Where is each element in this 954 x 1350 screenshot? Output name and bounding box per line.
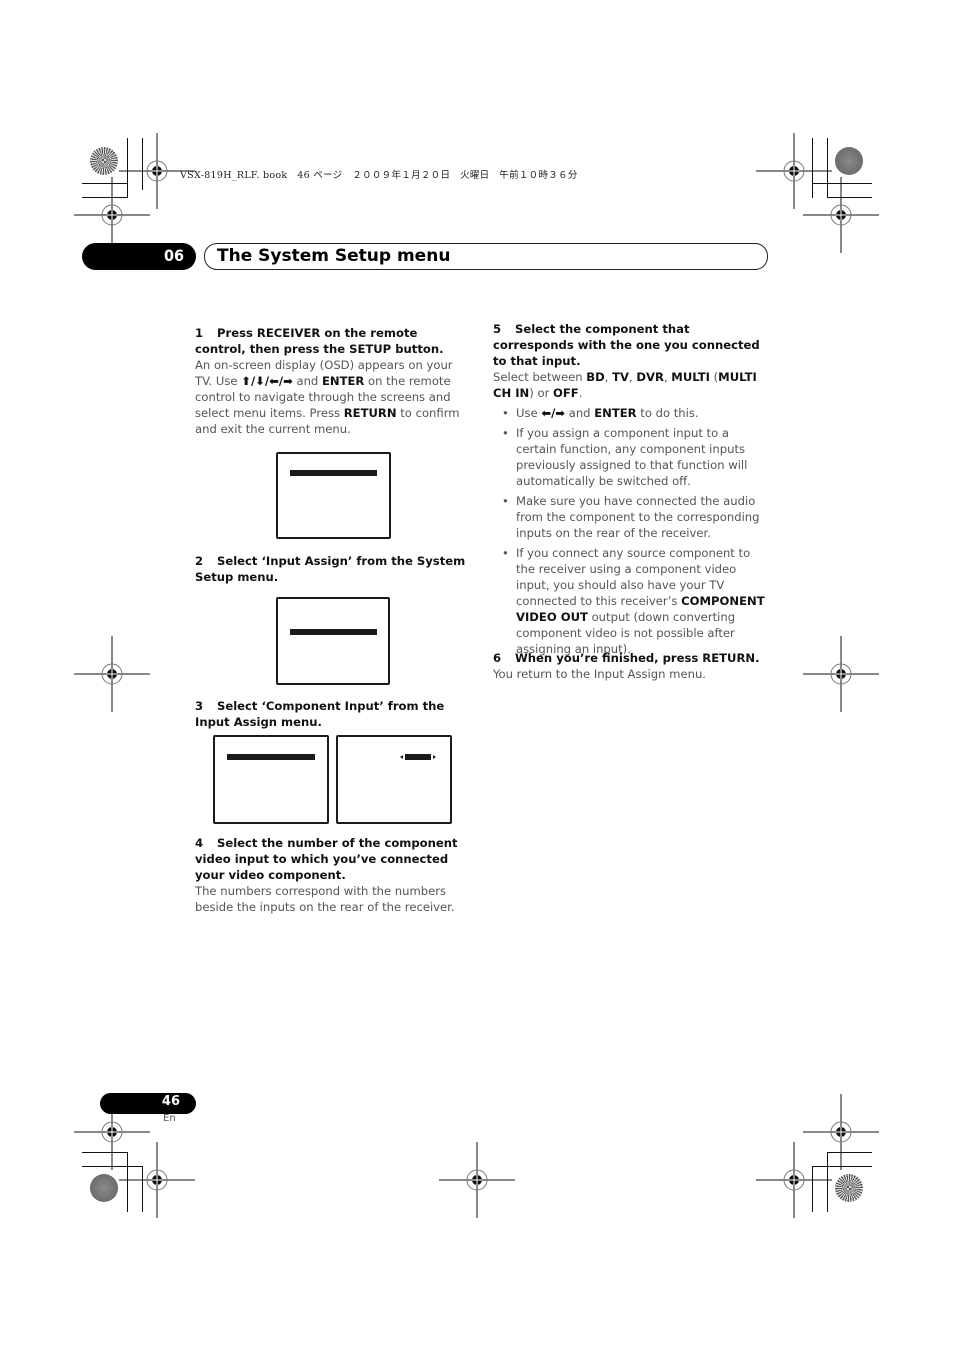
step-number: 3 xyxy=(195,699,204,713)
arrow-keys: ⬆/⬇/⬅/➡ xyxy=(241,374,293,388)
step-body: Select between BD, TV, DVR, MULTI (MULTI… xyxy=(493,370,757,400)
osd-screen-component-input xyxy=(336,735,452,824)
registration-mark-icon xyxy=(73,176,151,254)
step-title-text: Select ‘Input Assign’ from the System Se… xyxy=(195,554,466,584)
step-title: 4 Select the number of the component vide… xyxy=(195,835,470,883)
step-number: 5 xyxy=(493,322,502,336)
chapter-title-box: The System Setup menu xyxy=(204,243,768,270)
registration-mark-icon xyxy=(438,1141,516,1219)
step-6: 6 When you’re finished, press RETURN. You… xyxy=(493,650,768,682)
step-title: 1 Press RECEIVER on the remote control, t… xyxy=(195,325,470,357)
step-title: 2 Select ‘Input Assign’ from the System S… xyxy=(195,553,470,585)
registration-marks xyxy=(73,132,880,1219)
osd-screen-input-assign-menu xyxy=(213,735,329,824)
step-title-text: Select ‘Component Input’ from the Input … xyxy=(195,699,445,729)
highlight-bar xyxy=(290,629,377,635)
chapter-title: The System Setup menu xyxy=(217,246,451,266)
step-number: 6 xyxy=(493,651,502,665)
chapter-number-tab: 06 xyxy=(82,243,196,270)
step-body: The numbers correspond with the numbers … xyxy=(195,884,455,914)
print-header: VSX-819H_RLF. book 46 ページ ２００９年１月２０日 火曜日… xyxy=(180,170,578,181)
osd-screen-input-assign xyxy=(276,597,390,685)
step-title: 6 When you’re finished, press RETURN. xyxy=(493,650,768,666)
step-number: 2 xyxy=(195,554,204,568)
chapter-number: 06 xyxy=(163,246,184,265)
bullet-item: If you assign a component input to a cer… xyxy=(493,425,768,489)
registration-mark-icon xyxy=(755,1141,833,1219)
page-number: 46 xyxy=(161,1094,180,1109)
bullet-list: Use ⬅/➡ and ENTER to do this. If you ass… xyxy=(493,405,768,657)
step-3: 3 Select ‘Component Input’ from the Input… xyxy=(195,698,470,730)
step-4: 4 Select the number of the component vide… xyxy=(195,835,470,915)
registration-mark-icon xyxy=(802,176,880,254)
step-title: 3 Select ‘Component Input’ from the Input… xyxy=(195,698,470,730)
highlight-bar xyxy=(290,470,377,476)
step-number: 1 xyxy=(195,326,204,340)
step-5: 5 Select the component that corresponds w… xyxy=(493,321,768,661)
registration-mark-icon xyxy=(802,1093,880,1171)
step-body: You return to the Input Assign menu. xyxy=(493,667,706,681)
page-number-tab: 46 xyxy=(100,1093,196,1114)
bullet-item: Make sure you have connected the audio f… xyxy=(493,493,768,541)
registration-mark-icon xyxy=(73,635,151,713)
right-arrow-icon xyxy=(433,755,436,759)
bullet-item: If you connect any source component to t… xyxy=(493,545,768,657)
left-arrow-icon xyxy=(400,755,403,759)
registration-mark-icon xyxy=(118,1141,196,1219)
step-title-text: Press RECEIVER on the remote control, th… xyxy=(195,326,444,356)
step-title: 5 Select the component that corresponds w… xyxy=(493,321,768,369)
step-title-text: Select the number of the component video… xyxy=(195,836,458,882)
step-title-text: When you’re finished, press RETURN. xyxy=(515,651,760,665)
step-2: 2 Select ‘Input Assign’ from the System S… xyxy=(195,553,470,585)
osd-screen-system-setup xyxy=(276,452,391,539)
highlight-bar xyxy=(227,754,315,760)
step-body: An on-screen display (OSD) appears on yo… xyxy=(195,358,460,436)
step-title-text: Select the component that corresponds wi… xyxy=(493,322,760,368)
page-language: En xyxy=(163,1113,176,1124)
step-number: 4 xyxy=(195,836,204,850)
bullet-item: Use ⬅/➡ and ENTER to do this. xyxy=(493,405,768,421)
arrow-keys: ⬅/➡ xyxy=(541,406,566,420)
registration-mark-icon xyxy=(755,132,833,210)
registration-mark-icon xyxy=(802,635,880,713)
step-1: 1 Press RECEIVER on the remote control, t… xyxy=(195,325,470,437)
selection-box xyxy=(405,754,431,760)
